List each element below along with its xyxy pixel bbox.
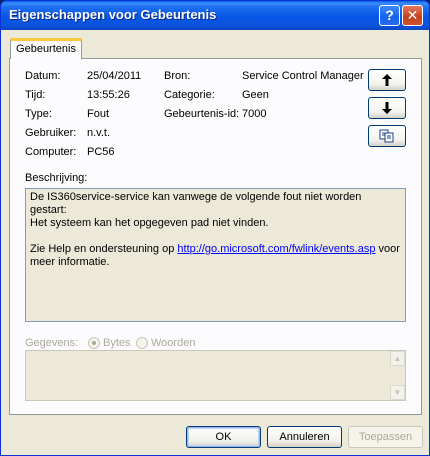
previous-event-button[interactable]: [368, 69, 406, 91]
categorie-value: Geen: [242, 89, 269, 101]
copy-icon: [379, 129, 394, 143]
copy-button[interactable]: [368, 125, 406, 147]
data-textbox[interactable]: ▲ ▼: [25, 350, 406, 401]
data-label: Gegevens:: [25, 337, 79, 349]
tijd-value: 13:55:26: [87, 89, 130, 101]
radio-woorden[interactable]: [136, 337, 148, 349]
arrow-up-icon: [382, 74, 392, 86]
radio-bytes-label: Bytes: [103, 337, 131, 349]
categorie-label: Categorie:: [164, 89, 215, 101]
gebeurtenis-id-value: 7000: [242, 108, 267, 120]
close-icon: ✕: [406, 7, 419, 23]
datum-value: 25/04/2011: [87, 70, 142, 82]
cancel-button[interactable]: Annuleren: [267, 426, 342, 448]
ok-button[interactable]: OK: [186, 426, 261, 448]
description-label: Beschrijving:: [25, 172, 88, 184]
description-line-3-prefix: Zie Help en ondersteuning op: [30, 243, 178, 255]
arrow-down-icon: [382, 102, 392, 114]
tijd-label: Tijd:: [25, 89, 46, 101]
help-button[interactable]: ?: [379, 5, 400, 26]
computer-label: Computer:: [25, 146, 77, 158]
next-event-button[interactable]: [368, 97, 406, 119]
scroll-up-icon[interactable]: ▲: [390, 351, 405, 366]
help-link[interactable]: http://go.microsoft.com/fwlink/events.as…: [177, 243, 375, 255]
gebeurtenis-id-label: Gebeurtenis-id:: [164, 108, 240, 120]
close-button[interactable]: ✕: [402, 5, 423, 26]
type-value: Fout: [87, 108, 110, 120]
gebruiker-value: n.v.t.: [87, 127, 111, 139]
title-bar[interactable]: Eigenschappen voor Gebeurtenis ? ✕: [1, 1, 429, 30]
scroll-down-icon[interactable]: ▼: [390, 385, 405, 400]
description-textbox[interactable]: De IS360service-service kan vanwege de v…: [25, 188, 406, 322]
type-label: Type:: [25, 108, 52, 120]
event-properties-dialog: Eigenschappen voor Gebeurtenis ? ✕ Gebeu…: [0, 0, 430, 456]
radio-woorden-label: Woorden: [151, 337, 196, 349]
datum-label: Datum:: [25, 70, 61, 82]
description-line-4: meer informatie.: [30, 256, 110, 268]
description-line-1: De IS360service-service kan vanwege de v…: [30, 191, 362, 216]
tab-gebeurtenis[interactable]: Gebeurtenis: [10, 38, 82, 59]
help-icon: ?: [385, 7, 394, 23]
bron-label: Bron:: [164, 70, 191, 82]
description-line-2: Het systeem kan het opgegeven pad niet v…: [30, 217, 269, 229]
gebruiker-label: Gebruiker:: [25, 127, 77, 139]
description-line-3-suffix: voor: [375, 243, 400, 255]
radio-bytes[interactable]: [88, 337, 100, 349]
bron-value: Service Control Manager: [242, 70, 364, 82]
window-title: Eigenschappen voor Gebeurtenis: [9, 7, 217, 22]
apply-button[interactable]: Toepassen: [348, 426, 423, 448]
computer-value: PC56: [87, 146, 115, 158]
